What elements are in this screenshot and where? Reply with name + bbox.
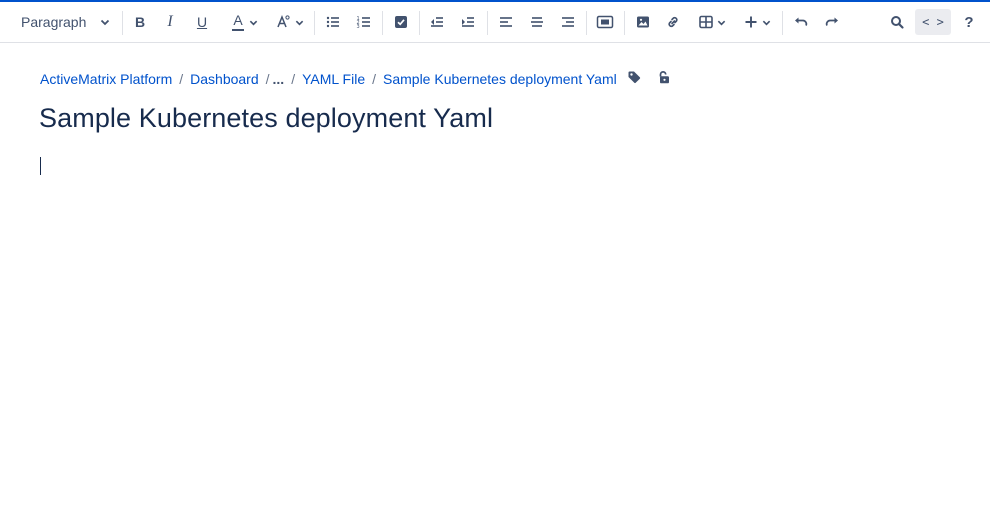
insert-table-button[interactable] [694,9,730,35]
plus-icon [743,14,759,30]
help-icon: ? [964,13,974,31]
align-left-button[interactable] [497,9,515,35]
italic-button[interactable]: I [161,9,179,35]
redo-icon [824,14,840,30]
breadcrumb-ellipsis[interactable]: ... [273,71,285,87]
link-icon [665,14,681,30]
chevron-down-icon [100,17,110,27]
insert-image-button[interactable] [634,9,652,35]
bold-icon: B [134,14,146,30]
breadcrumb-item-current-page[interactable]: Sample Kubernetes deployment Yaml [383,71,617,87]
outdent-button[interactable] [428,9,446,35]
underline-icon: U [196,14,208,30]
insert-more-button[interactable] [739,9,775,35]
insert-link-button[interactable] [664,9,682,35]
tag-icon [627,70,641,89]
chevron-down-icon [717,18,726,27]
breadcrumb-separator: / [179,71,184,87]
more-formatting-button[interactable] [271,9,307,35]
toolbar-divider [586,11,587,35]
toolbar-divider [624,11,625,35]
align-center-button[interactable] [528,9,546,35]
breadcrumb: ActiveMatrix Platform / Dashboard / ... … [40,70,617,88]
search-icon [889,14,905,30]
chevron-down-icon [249,18,258,27]
task-list-button[interactable] [392,9,410,35]
redo-button[interactable] [823,9,841,35]
text-color-button[interactable]: A [227,9,263,35]
code-icon: < > [922,15,944,29]
paragraph-style-label: Paragraph [21,14,87,30]
chevron-down-icon [295,18,304,27]
help-button[interactable]: ? [960,9,978,35]
source-editor-button[interactable]: < > [915,9,951,35]
toolbar-divider [782,11,783,35]
toolbar-divider [487,11,488,35]
undo-icon [793,14,809,30]
undo-button[interactable] [792,9,810,35]
numbered-list-icon: 123 [356,14,372,30]
outdent-icon [429,14,445,30]
breadcrumb-item-yaml-file[interactable]: YAML File [302,71,365,87]
layout-icon [596,14,614,30]
bold-button[interactable]: B [131,9,149,35]
indent-button[interactable] [459,9,477,35]
svg-text:3: 3 [357,24,360,30]
align-right-button[interactable] [559,9,577,35]
toolbar-divider [382,11,383,35]
breadcrumb-separator: / [372,71,376,87]
page-title[interactable]: Sample Kubernetes deployment Yaml [39,103,493,134]
toolbar-divider [122,11,123,35]
breadcrumb-separator: / [265,71,270,87]
breadcrumb-item-dashboard[interactable]: Dashboard [190,71,259,87]
breadcrumb-item-activematrix-platform[interactable]: ActiveMatrix Platform [40,71,172,87]
numbered-list-button[interactable]: 123 [355,9,373,35]
bullet-list-button[interactable] [324,9,342,35]
toolbar-divider [314,11,315,35]
labels-button[interactable] [626,71,642,87]
underline-button[interactable]: U [193,9,211,35]
breadcrumb-separator: / [291,71,296,87]
bullet-list-icon [325,14,341,30]
unlock-icon [657,70,671,89]
image-icon [635,14,651,30]
restrictions-button[interactable] [656,70,672,89]
paragraph-style-dropdown[interactable]: Paragraph [14,9,114,35]
checkbox-icon [393,14,409,30]
find-replace-button[interactable] [888,9,906,35]
toolbar-divider [419,11,420,35]
indent-icon [460,14,476,30]
editor-toolbar: Paragraph B I U A 1 2 3 < > ? [0,2,990,43]
italic-icon: I [167,13,173,30]
text-color-icon: A [232,13,244,31]
align-left-icon [498,14,514,30]
align-right-icon [560,14,576,30]
text-style-icon [275,14,291,30]
page-layout-button[interactable] [595,9,615,35]
chevron-down-icon [762,18,771,27]
table-icon [698,14,714,30]
editor-text-cursor [40,157,41,175]
align-center-icon [529,14,545,30]
